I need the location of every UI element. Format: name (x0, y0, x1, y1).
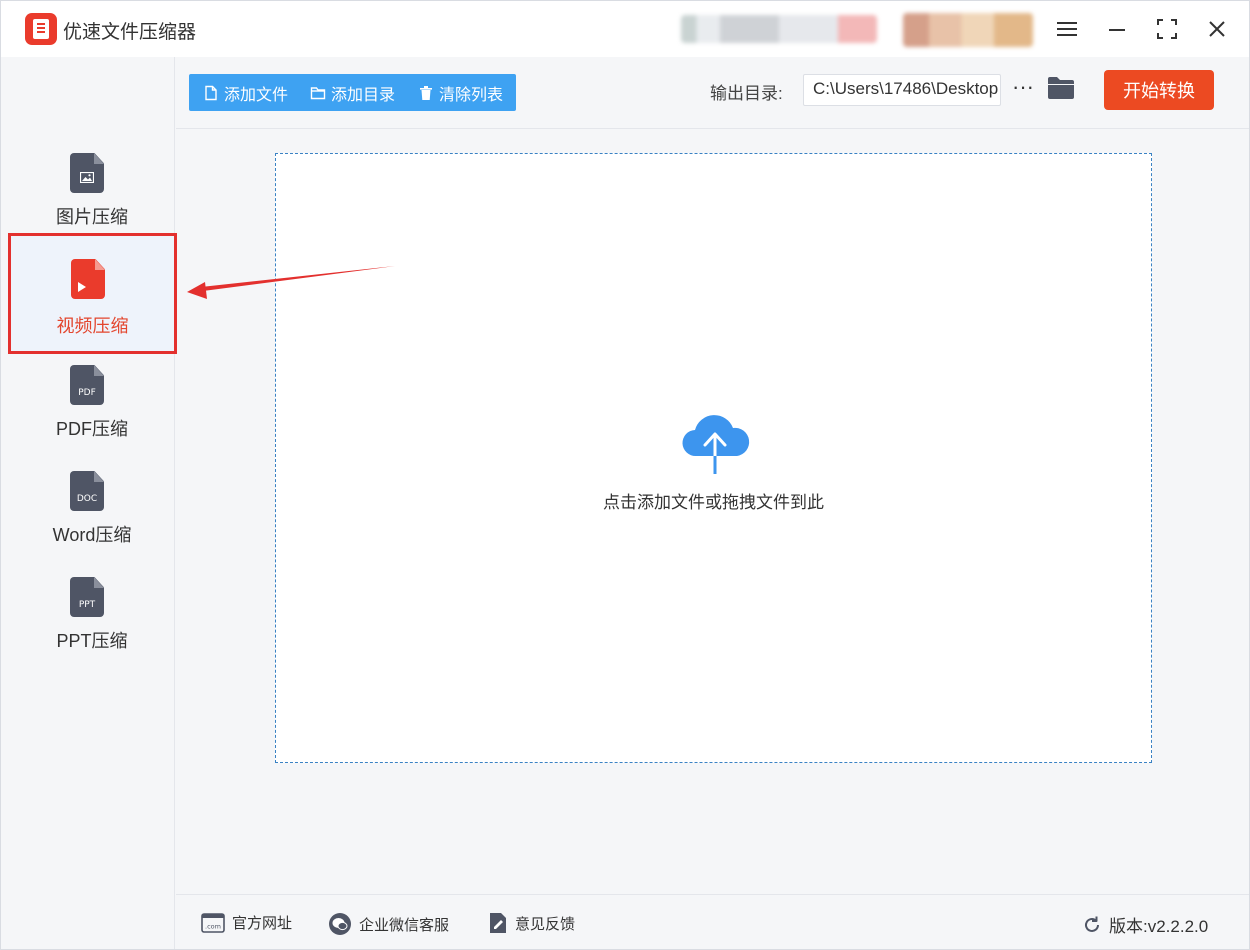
sidebar-item-label: PDF压缩 (56, 419, 128, 439)
toolbar: 添加文件 添加目录 清除列表 输出目录: C:\Users\17486\Desk… (176, 57, 1249, 129)
output-directory-label: 输出目录: (710, 84, 783, 103)
open-folder-icon[interactable] (1047, 76, 1075, 102)
website-icon: .com (201, 912, 225, 933)
sidebar-item-ppt[interactable]: PPT PPT压缩 (9, 561, 175, 667)
file-icon (205, 85, 217, 100)
output-directory-field[interactable]: C:\Users\17486\Desktop (803, 74, 1001, 106)
annotation-arrow (187, 266, 395, 299)
add-directory-button[interactable]: 添加目录 (310, 74, 395, 111)
version-info[interactable]: 版本:v2.2.2.0 (1082, 912, 1208, 937)
sidebar-item-label: 图片压缩 (56, 207, 128, 227)
wechat-support-link[interactable]: 企业微信客服 (328, 912, 449, 936)
menu-icon[interactable] (1051, 13, 1083, 45)
sidebar-item-label: 视频压缩 (56, 316, 129, 336)
file-drop-zone[interactable]: 点击添加文件或拖拽文件到此 (275, 153, 1152, 763)
minimize-icon[interactable] (1101, 13, 1133, 45)
clear-list-button[interactable]: 清除列表 (418, 74, 503, 111)
video-file-icon (71, 259, 105, 299)
folder-icon (310, 86, 326, 99)
doc-file-icon: DOC (70, 471, 104, 511)
sidebar-item-word[interactable]: DOC Word压缩 (9, 455, 175, 561)
app-title: 优速文件压缩器 (63, 22, 197, 43)
maximize-icon[interactable] (1151, 13, 1183, 45)
sidebar-item-video[interactable]: 视频压缩 (8, 233, 177, 354)
refresh-icon (1085, 916, 1099, 932)
feedback-link[interactable]: 意见反馈 (488, 912, 575, 934)
drop-zone-hint: 点击添加文件或拖拽文件到此 (603, 493, 824, 512)
add-file-button[interactable]: 添加文件 (203, 74, 288, 111)
sidebar-item-label: PPT压缩 (56, 631, 128, 651)
app-logo-icon (25, 13, 57, 45)
sidebar-item-label: Word压缩 (52, 525, 132, 545)
sidebar-item-pdf[interactable]: PDF PDF压缩 (9, 349, 175, 455)
blurred-account-info (681, 15, 877, 43)
footer: .com 官方网址 企业微信客服 意见反馈 版本:v2.2.2.0 (176, 894, 1249, 949)
app-window: 优速文件压缩器 图片压缩 视频压缩 PDF PDF压缩 DOC Word压缩 P… (0, 0, 1250, 950)
wechat-icon (329, 913, 351, 935)
official-website-link[interactable]: .com 官方网址 (201, 912, 292, 933)
pdf-file-icon: PDF (70, 365, 104, 405)
sidebar-item-image[interactable]: 图片压缩 (9, 137, 175, 243)
start-convert-button[interactable]: 开始转换 (1104, 70, 1214, 110)
file-button-group: 添加文件 添加目录 清除列表 (189, 74, 516, 111)
trash-icon (420, 85, 432, 100)
blurred-avatar[interactable] (903, 13, 1033, 47)
title-bar: 优速文件压缩器 (1, 1, 1249, 57)
more-options-button[interactable]: ··· (1011, 73, 1035, 105)
ppt-file-icon: PPT (70, 577, 104, 617)
close-icon[interactable] (1201, 13, 1233, 45)
svg-text:.com: .com (205, 922, 221, 930)
image-file-icon (70, 153, 104, 193)
cloud-upload-icon (682, 415, 750, 474)
feedback-icon (490, 913, 506, 933)
sidebar: 图片压缩 视频压缩 PDF PDF压缩 DOC Word压缩 PPT PPT压缩 (1, 57, 177, 949)
